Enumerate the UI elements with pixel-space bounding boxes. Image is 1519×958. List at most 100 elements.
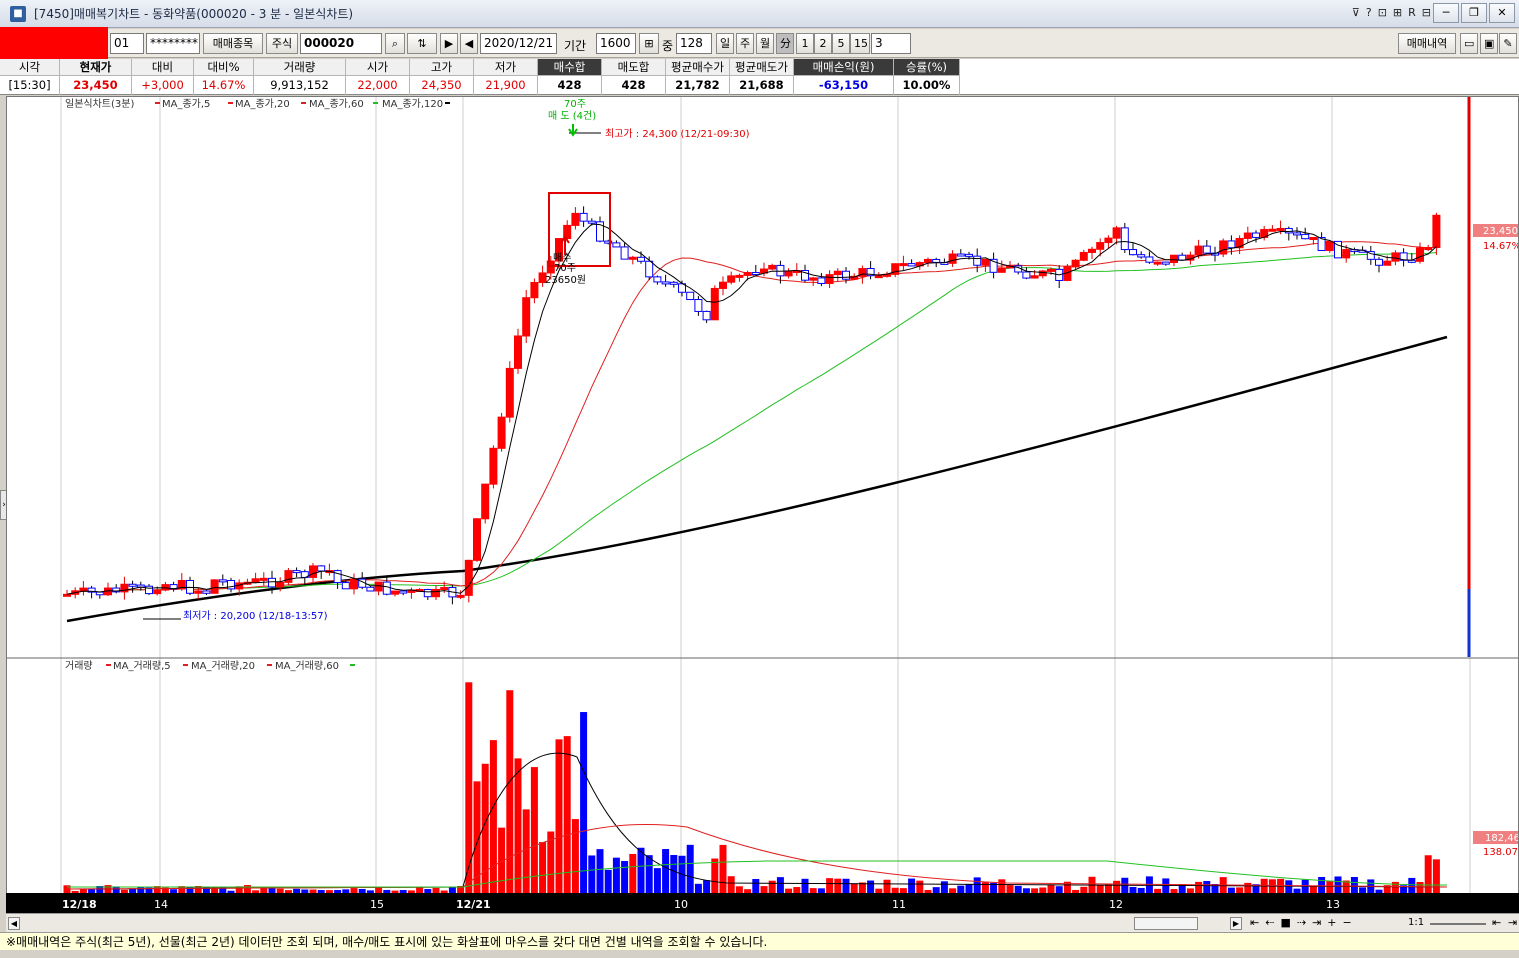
trade-stock-button[interactable]: 매매종목 bbox=[203, 33, 263, 54]
candle-body bbox=[153, 589, 162, 595]
folder-icon[interactable]: ▭ bbox=[1460, 33, 1478, 54]
next-icon[interactable]: ▶ bbox=[440, 33, 458, 54]
stop-icon[interactable]: ■ bbox=[1280, 916, 1296, 929]
tick-15-button[interactable]: 15 bbox=[850, 33, 870, 54]
grid-icon[interactable]: ⊞ bbox=[639, 33, 659, 54]
volume-bar bbox=[703, 880, 711, 894]
tick-2-button[interactable]: 2 bbox=[814, 33, 832, 54]
quote-info-bar: 시각 [15:30] 현재가 23,450 대비 +3,000 대비% 14.67% 거… bbox=[0, 59, 1519, 95]
zoom-out-icon[interactable]: − bbox=[1343, 916, 1358, 929]
info-win-rate: 승률(%) 10.00% bbox=[894, 59, 960, 95]
sync-icon[interactable]: ⊞ bbox=[1393, 6, 1402, 19]
volume-bar bbox=[686, 844, 694, 894]
period-input[interactable]: 1600 bbox=[596, 33, 636, 54]
candle-body bbox=[522, 297, 531, 337]
link-icon[interactable]: ⊡ bbox=[1378, 6, 1387, 19]
candle-body bbox=[784, 270, 793, 277]
candle-body bbox=[1194, 245, 1203, 256]
candle-body bbox=[1161, 261, 1170, 265]
info-sell-sum: 매도합 428 bbox=[602, 59, 666, 95]
chart-scrollbar[interactable]: ◀ ▶ ⇤⇠■⇢⇥+− 1:1 ⇤ ⇥ bbox=[6, 913, 1519, 933]
candle-body bbox=[1170, 254, 1178, 264]
password-field[interactable]: ******** bbox=[146, 33, 200, 54]
x-label-1221: 12/21 bbox=[456, 898, 491, 911]
volume-bar bbox=[916, 880, 924, 894]
date-input[interactable]: 2020/12/21 bbox=[480, 33, 557, 54]
pin-icon[interactable]: ⊽ bbox=[1352, 6, 1360, 19]
candle-body bbox=[505, 367, 514, 418]
back-icon[interactable]: ⇠ bbox=[1265, 916, 1280, 929]
chart-area[interactable]: 일본식차트(3분) MA_종가,5 MA_종가,20 MA_종가,60 MA_종… bbox=[6, 96, 1519, 918]
candle-body bbox=[1276, 227, 1285, 231]
volume-bar bbox=[563, 736, 571, 894]
volume-bar bbox=[1334, 876, 1342, 894]
candle-body bbox=[259, 577, 268, 581]
volume-bar bbox=[1408, 877, 1416, 894]
middle-input[interactable]: 128 bbox=[676, 33, 712, 54]
candle-body bbox=[743, 272, 752, 276]
candle-body bbox=[145, 585, 153, 595]
account-suffix-select[interactable]: 01 bbox=[110, 33, 144, 54]
help-icon[interactable]: ? bbox=[1366, 6, 1372, 19]
end-icon[interactable]: ⇥ bbox=[1312, 916, 1327, 929]
volume-bar bbox=[637, 847, 645, 894]
x-label-14: 14 bbox=[154, 898, 168, 911]
goto-end-icon[interactable]: ⇥ bbox=[1508, 916, 1517, 929]
x-axis: 12/18 14 15 12/21 10 11 12 13 bbox=[6, 893, 1519, 913]
info-high: 고가 24,350 bbox=[410, 59, 474, 95]
candle-body bbox=[825, 274, 834, 284]
restore-button[interactable]: ❐ bbox=[1461, 3, 1487, 23]
candle-body bbox=[194, 590, 203, 594]
candle-body bbox=[473, 518, 481, 561]
save-icon[interactable]: ▣ bbox=[1480, 33, 1498, 54]
candle-body bbox=[292, 570, 301, 574]
ma5-path bbox=[66, 223, 1437, 595]
volume-ma-lines bbox=[66, 752, 1448, 890]
sort-icon[interactable]: ⇅ bbox=[407, 33, 437, 54]
wrench-icon[interactable]: ✎ bbox=[1499, 33, 1517, 54]
refresh-icon[interactable]: R bbox=[1408, 6, 1416, 19]
candle-body bbox=[227, 580, 235, 590]
volume-bar bbox=[776, 877, 784, 894]
volume-bar bbox=[580, 712, 588, 894]
unit-month-button[interactable]: 월 bbox=[756, 33, 774, 54]
info-current-price: 현재가 23,450 bbox=[60, 59, 132, 95]
stock-type-button[interactable]: 주식 bbox=[266, 33, 298, 54]
volume-bar bbox=[498, 827, 506, 894]
zoom-slider[interactable] bbox=[1430, 923, 1486, 925]
unit-minute-button[interactable]: 分 bbox=[776, 33, 794, 54]
search-icon[interactable]: ⌕ bbox=[385, 33, 405, 54]
volume-bar bbox=[662, 849, 670, 894]
tick-5-button[interactable]: 5 bbox=[832, 33, 850, 54]
unit-day-button[interactable]: 일 bbox=[716, 33, 734, 54]
volume-bar bbox=[465, 682, 473, 894]
close-button[interactable]: ✕ bbox=[1489, 3, 1515, 23]
info-time: 시각 [15:30] bbox=[0, 59, 60, 95]
trade-history-button[interactable]: 매매내역 bbox=[1398, 33, 1456, 54]
layout-icon[interactable]: ⊟ bbox=[1422, 6, 1431, 19]
candle-body bbox=[899, 263, 908, 267]
scroll-right-icon[interactable]: ▶ bbox=[1230, 917, 1242, 930]
interval-select[interactable]: 3 bbox=[871, 33, 911, 54]
rewind-icon[interactable]: ⇤ bbox=[1250, 916, 1265, 929]
candle-body bbox=[710, 287, 719, 321]
tick-1-button[interactable]: 1 bbox=[796, 33, 814, 54]
stock-code-input[interactable]: 000020 bbox=[300, 33, 382, 54]
scroll-left-icon[interactable]: ◀ bbox=[8, 917, 20, 930]
prev-icon[interactable]: ◀ bbox=[460, 33, 478, 54]
unit-week-button[interactable]: 주 bbox=[736, 33, 754, 54]
goto-start-icon[interactable]: ⇤ bbox=[1492, 916, 1501, 929]
zoom-in-icon[interactable]: + bbox=[1327, 916, 1342, 929]
toolbar: 01 ******** 매매종목 주식 000020 ⌕ ⇅ ▶ ◀ 2020/… bbox=[0, 29, 1519, 58]
forward-icon[interactable]: ⇢ bbox=[1297, 916, 1312, 929]
candle-body bbox=[1178, 254, 1187, 261]
volume-bar bbox=[530, 767, 538, 894]
volume-bar bbox=[1432, 859, 1440, 894]
candle-body bbox=[587, 220, 596, 224]
x-label-12: 12 bbox=[1109, 898, 1123, 911]
app-icon: ■ bbox=[10, 5, 26, 22]
minimize-button[interactable]: ─ bbox=[1433, 3, 1459, 23]
candle-body bbox=[1129, 249, 1137, 256]
scroll-thumb[interactable] bbox=[1134, 917, 1198, 930]
volume-legend-ma20: MA_거래량,20 bbox=[191, 660, 255, 672]
